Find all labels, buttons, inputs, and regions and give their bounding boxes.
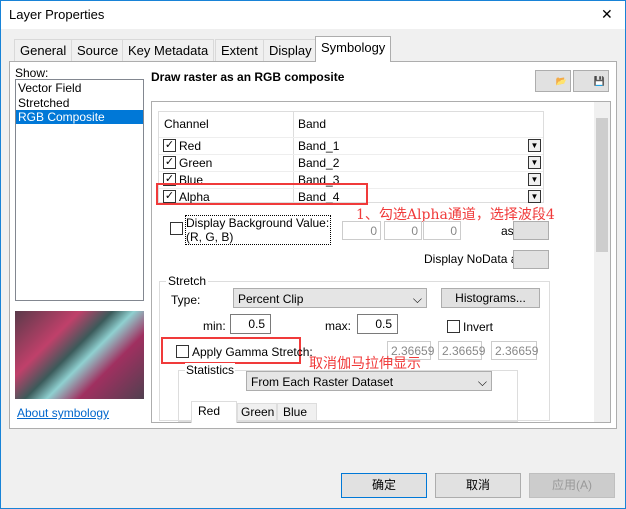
alpha-highlight-box bbox=[156, 183, 368, 205]
background-color-picker[interactable] bbox=[513, 221, 549, 240]
statistics-select[interactable]: From Each Raster Dataset ⌵ bbox=[246, 371, 492, 391]
nodata-label: Display NoData as bbox=[424, 252, 524, 266]
band-header: Band bbox=[298, 117, 327, 131]
chevron-down-icon[interactable]: ▼ bbox=[528, 156, 541, 169]
invert-checkbox[interactable] bbox=[447, 320, 460, 333]
table-row: ✓ Green Band_2 ▼ bbox=[159, 154, 543, 171]
bg-b[interactable]: 0 bbox=[423, 221, 461, 240]
chevron-down-icon[interactable]: ▼ bbox=[528, 173, 541, 186]
tab-source[interactable]: Source bbox=[71, 39, 125, 61]
cancel-button[interactable]: 取消 bbox=[435, 473, 521, 498]
show-item-stretched[interactable]: Stretched bbox=[16, 96, 143, 110]
chevron-down-icon[interactable]: ▼ bbox=[528, 139, 541, 152]
stat-tab-green[interactable]: Green bbox=[237, 403, 277, 421]
tab-extent[interactable]: Extent bbox=[215, 39, 264, 61]
gamma-label: Apply Gamma Stretch: bbox=[192, 345, 313, 359]
tab-general[interactable]: General bbox=[14, 39, 73, 61]
gamma-checkbox[interactable] bbox=[176, 345, 189, 358]
tab-display[interactable]: Display bbox=[263, 39, 318, 61]
gamma-g[interactable]: 2.36659 bbox=[438, 341, 485, 360]
histograms-button[interactable]: Histograms... bbox=[441, 288, 540, 308]
stat-tab-red[interactable]: Red bbox=[191, 401, 237, 423]
show-list[interactable]: Vector Field Stretched RGB Composite bbox=[15, 79, 144, 301]
close-icon[interactable]: ✕ bbox=[601, 6, 613, 23]
about-symbology-link[interactable]: About symbology bbox=[17, 406, 109, 420]
invert-label: Invert bbox=[463, 320, 494, 334]
scrollbar-thumb[interactable] bbox=[596, 118, 608, 252]
channel-header: Channel bbox=[164, 117, 209, 131]
channel-name: Red bbox=[179, 139, 202, 153]
stretch-type-value: Percent Clip bbox=[238, 292, 304, 306]
chevron-down-icon[interactable]: ▼ bbox=[528, 190, 541, 203]
show-item-vector-field[interactable]: Vector Field bbox=[16, 80, 143, 96]
stretch-title: Stretch bbox=[166, 274, 209, 288]
scrollbar[interactable] bbox=[594, 102, 610, 422]
title-bar: Layer Properties ✕ bbox=[1, 1, 625, 29]
statistics-value: From Each Raster Dataset bbox=[251, 375, 394, 389]
as-label: as bbox=[501, 224, 514, 238]
layer-properties-dialog: Layer Properties ✕ General Source Key Me… bbox=[0, 0, 626, 509]
min-label: min: bbox=[203, 319, 226, 333]
open-folder-icon[interactable]: 📂 bbox=[535, 70, 571, 92]
show-item-rgb-composite[interactable]: RGB Composite bbox=[16, 110, 143, 124]
apply-button[interactable]: 应用(A) bbox=[529, 473, 615, 498]
min-input[interactable]: 0.5 bbox=[230, 314, 271, 334]
window-title: Layer Properties bbox=[9, 7, 105, 22]
show-label: Show: bbox=[15, 66, 49, 80]
channel-checkbox[interactable]: ✓ bbox=[163, 156, 176, 169]
save-icon[interactable]: 💾 bbox=[573, 70, 609, 92]
nodata-color-picker[interactable] bbox=[513, 250, 549, 269]
type-label: Type: bbox=[171, 293, 201, 307]
gamma-b[interactable]: 2.36659 bbox=[491, 341, 538, 360]
channel-name: Green bbox=[179, 156, 213, 170]
stretch-type-select[interactable]: Percent Clip ⌵ bbox=[233, 288, 427, 308]
max-input[interactable]: 0.5 bbox=[357, 314, 398, 334]
table-row: ✓ Red Band_1 ▼ bbox=[159, 137, 543, 154]
tab-key-metadata[interactable]: Key Metadata bbox=[122, 39, 215, 61]
tab-symbology[interactable]: Symbology bbox=[315, 36, 392, 62]
bg-r[interactable]: 0 bbox=[342, 221, 381, 240]
draw-header: Draw raster as an RGB composite bbox=[151, 70, 345, 84]
max-label: max: bbox=[325, 319, 352, 333]
channel-checkbox[interactable]: ✓ bbox=[163, 139, 176, 152]
band-select[interactable]: Band_1 bbox=[298, 139, 339, 153]
stat-tab-blue[interactable]: Blue bbox=[277, 403, 317, 421]
background-checkbox[interactable] bbox=[170, 222, 183, 235]
ok-button[interactable]: 确定 bbox=[341, 473, 427, 498]
symbology-preview-image bbox=[15, 311, 144, 399]
bg-g[interactable]: 0 bbox=[384, 221, 422, 240]
statistics-title: Statistics bbox=[185, 363, 236, 377]
background-label: Display Background Value:(R, G, B) bbox=[185, 215, 331, 245]
band-select[interactable]: Band_2 bbox=[298, 156, 339, 170]
